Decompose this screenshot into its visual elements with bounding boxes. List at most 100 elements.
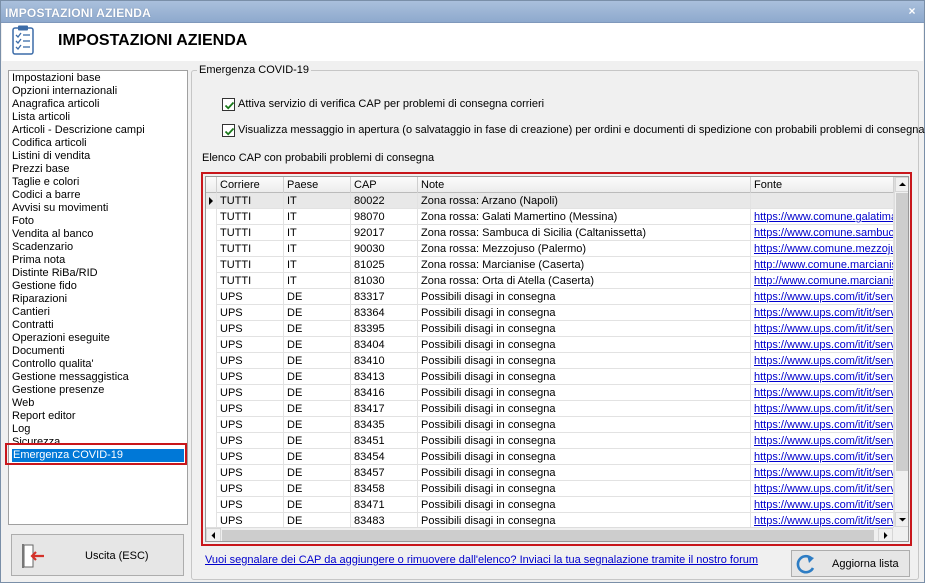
- sidebar-item[interactable]: Distinte RiBa/RID: [12, 267, 98, 280]
- source-link-cell[interactable]: http://www.comune.marcianise.ce.it: [751, 273, 894, 289]
- column-header[interactable]: Fonte: [751, 177, 894, 193]
- sidebar-item[interactable]: Gestione presenze: [12, 384, 104, 397]
- table-row[interactable]: UPS DE 83435 Possibili disagi in consegna ht…: [206, 417, 894, 433]
- sidebar-item[interactable]: Vendita al banco: [12, 228, 93, 241]
- row-selector[interactable]: [206, 305, 217, 321]
- source-link-cell[interactable]: http://www.comune.marcianise.ce.it: [751, 257, 894, 273]
- row-selector[interactable]: [206, 385, 217, 401]
- sidebar-item[interactable]: Cantieri: [12, 306, 50, 319]
- column-header[interactable]: Paese: [284, 177, 351, 193]
- row-selector[interactable]: [206, 257, 217, 273]
- column-header[interactable]: Corriere: [217, 177, 284, 193]
- sidebar-item[interactable]: Foto: [12, 215, 34, 228]
- row-selector[interactable]: [206, 225, 217, 241]
- source-link-cell[interactable]: https://www.ups.com/it/it/service-alerts: [751, 385, 894, 401]
- row-pointer-icon[interactable]: [206, 193, 217, 209]
- scroll-left-button[interactable]: [206, 528, 221, 541]
- row-selector[interactable]: [206, 449, 217, 465]
- row-selector[interactable]: [206, 353, 217, 369]
- row-selector[interactable]: [206, 289, 217, 305]
- row-selector[interactable]: [206, 241, 217, 257]
- row-selector[interactable]: [206, 497, 217, 513]
- table-row[interactable]: UPS DE 83454 Possibili disagi in consegna ht…: [206, 449, 894, 465]
- table-row[interactable]: TUTTI IT 92017 Zona rossa: Sambuca di Sicil…: [206, 225, 894, 241]
- sidebar-item[interactable]: Riparazioni: [12, 293, 67, 306]
- show-message-checkbox[interactable]: [222, 124, 235, 137]
- sidebar-item[interactable]: Lista articoli: [12, 111, 70, 124]
- sidebar-item[interactable]: Gestione messaggistica: [12, 371, 129, 384]
- sidebar-item[interactable]: Scadenzario: [12, 241, 73, 254]
- report-cap-link[interactable]: Vuoi segnalare dei CAP da aggiungere o r…: [205, 554, 758, 566]
- source-link-cell[interactable]: https://www.comune.mezzojuso.pa.it: [751, 241, 894, 257]
- sidebar-item[interactable]: Articoli - Descrizione campi: [12, 124, 145, 137]
- horizontal-scrollbar[interactable]: [206, 527, 894, 541]
- table-row[interactable]: TUTTI IT 81025 Zona rossa: Marcianise (Case…: [206, 257, 894, 273]
- sidebar-item[interactable]: Documenti: [12, 345, 65, 358]
- source-link-cell[interactable]: https://www.ups.com/it/it/service-alerts: [751, 433, 894, 449]
- table-row[interactable]: TUTTI IT 90030 Zona rossa: Mezzojuso (Paler…: [206, 241, 894, 257]
- table-row[interactable]: UPS DE 83471 Possibili disagi in consegna ht…: [206, 497, 894, 513]
- row-selector[interactable]: [206, 273, 217, 289]
- row-selector[interactable]: [206, 369, 217, 385]
- table-row[interactable]: UPS DE 83404 Possibili disagi in consegna ht…: [206, 337, 894, 353]
- sidebar-item[interactable]: Prezzi base: [12, 163, 69, 176]
- table-row[interactable]: TUTTI IT 80022 Zona rossa: Arzano (Napoli): [206, 193, 894, 209]
- source-link-cell[interactable]: https://www.ups.com/it/it/service-alerts: [751, 417, 894, 433]
- column-header[interactable]: CAP: [351, 177, 418, 193]
- verify-cap-checkbox[interactable]: [222, 98, 235, 111]
- table-row[interactable]: UPS DE 83364 Possibili disagi in consegna ht…: [206, 305, 894, 321]
- sidebar-item[interactable]: Codifica articoli: [12, 137, 87, 150]
- vertical-scroll-thumb[interactable]: [896, 193, 908, 471]
- source-link-cell[interactable]: https://www.ups.com/it/it/service-alerts: [751, 481, 894, 497]
- column-header[interactable]: Note: [418, 177, 751, 193]
- refresh-list-button[interactable]: Aggiorna lista: [791, 550, 910, 577]
- horizontal-scroll-thumb[interactable]: [222, 530, 874, 541]
- table-row[interactable]: UPS DE 83416 Possibili disagi in consegna ht…: [206, 385, 894, 401]
- scroll-right-button[interactable]: [878, 528, 893, 541]
- source-link-cell[interactable]: https://www.ups.com/it/it/service-alerts: [751, 353, 894, 369]
- sidebar-item[interactable]: Prima nota: [12, 254, 65, 267]
- row-selector[interactable]: [206, 417, 217, 433]
- table-row[interactable]: UPS DE 83413 Possibili disagi in consegna ht…: [206, 369, 894, 385]
- row-selector[interactable]: [206, 337, 217, 353]
- source-link-cell[interactable]: https://www.ups.com/it/it/service-alerts: [751, 401, 894, 417]
- sidebar-item[interactable]: Listini di vendita: [12, 150, 90, 163]
- sidebar-item[interactable]: Report editor: [12, 410, 76, 423]
- sidebar-item[interactable]: Controllo qualita': [12, 358, 94, 371]
- sidebar-item[interactable]: Log: [12, 423, 30, 436]
- sidebar-item[interactable]: Impostazioni base: [12, 72, 101, 85]
- source-link-cell[interactable]: https://www.ups.com/it/it/service-alerts: [751, 289, 894, 305]
- table-row[interactable]: UPS DE 83451 Possibili disagi in consegna ht…: [206, 433, 894, 449]
- table-row[interactable]: TUTTI IT 98070 Zona rossa: Galati Mamertino…: [206, 209, 894, 225]
- sidebar-item[interactable]: Gestione fido: [12, 280, 77, 293]
- source-link-cell[interactable]: https://www.ups.com/it/it/service-alerts: [751, 497, 894, 513]
- source-link-cell[interactable]: https://www.ups.com/it/it/service-alerts: [751, 465, 894, 481]
- table-row[interactable]: UPS DE 83317 Possibili disagi in consegna ht…: [206, 289, 894, 305]
- row-selector[interactable]: [206, 401, 217, 417]
- row-selector[interactable]: [206, 481, 217, 497]
- sidebar-item[interactable]: Anagrafica articoli: [12, 98, 99, 111]
- sidebar-item[interactable]: Operazioni eseguite: [12, 332, 110, 345]
- close-icon[interactable]: ×: [905, 4, 919, 18]
- scroll-up-button[interactable]: [895, 177, 908, 192]
- source-link-cell[interactable]: https://www.comune.galatimamertino.me.it: [751, 209, 894, 225]
- row-selector[interactable]: [206, 433, 217, 449]
- source-link-cell[interactable]: https://www.ups.com/it/it/service-alerts: [751, 369, 894, 385]
- sidebar-item[interactable]: Web: [12, 397, 34, 410]
- table-row[interactable]: UPS DE 83457 Possibili disagi in consegna ht…: [206, 465, 894, 481]
- source-link-cell[interactable]: https://www.ups.com/it/it/service-alerts: [751, 449, 894, 465]
- row-selector[interactable]: [206, 209, 217, 225]
- table-row[interactable]: UPS DE 83417 Possibili disagi in consegna ht…: [206, 401, 894, 417]
- source-link-cell[interactable]: https://www.ups.com/it/it/service-alerts: [751, 337, 894, 353]
- sidebar-item[interactable]: Codici a barre: [12, 189, 80, 202]
- vertical-scrollbar[interactable]: [894, 177, 908, 527]
- table-row[interactable]: UPS DE 83395 Possibili disagi in consegna ht…: [206, 321, 894, 337]
- table-row[interactable]: TUTTI IT 81030 Zona rossa: Orta di Atella (…: [206, 273, 894, 289]
- sidebar-item[interactable]: Contratti: [12, 319, 54, 332]
- source-link-cell[interactable]: https://www.comune.sambucadisicilia.ag.i…: [751, 225, 894, 241]
- table-row[interactable]: UPS DE 83458 Possibili disagi in consegna ht…: [206, 481, 894, 497]
- row-selector[interactable]: [206, 465, 217, 481]
- sidebar-item[interactable]: Avvisi su movimenti: [12, 202, 108, 215]
- sidebar-item[interactable]: Taglie e colori: [12, 176, 79, 189]
- source-link-cell[interactable]: [751, 193, 894, 209]
